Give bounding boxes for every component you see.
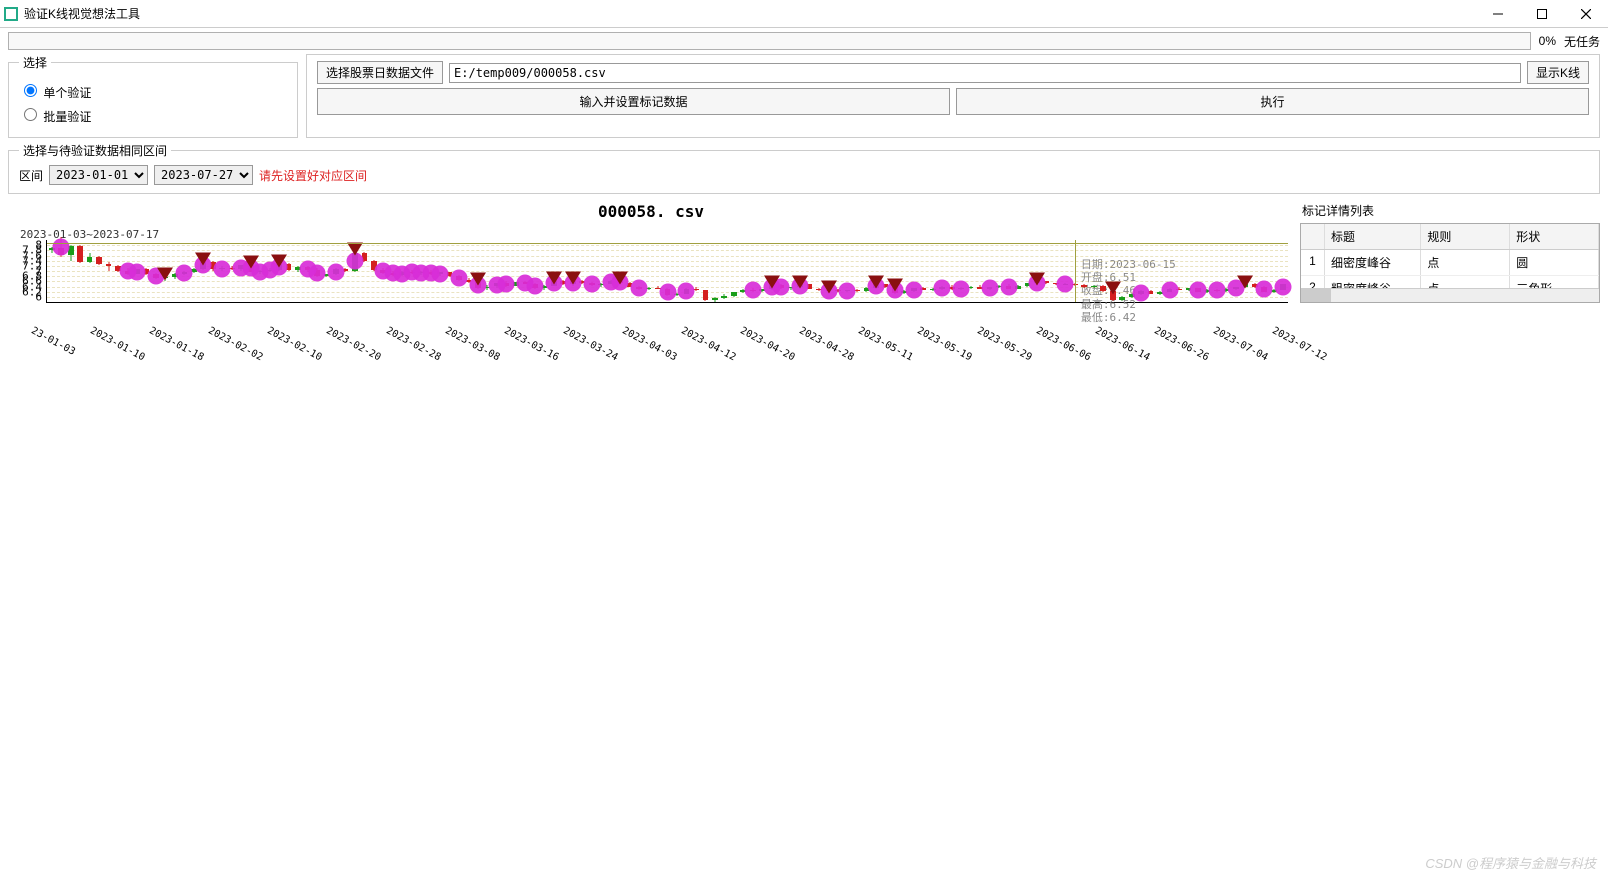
marker-triangle <box>157 268 173 281</box>
radio-batch[interactable] <box>24 108 37 121</box>
marker-triangle <box>1029 272 1045 285</box>
progress-row: 0% 无任务 <box>0 28 1608 54</box>
marker-circle <box>1161 281 1178 298</box>
chart-title: 000058. csv <box>8 198 1294 225</box>
marker-circle <box>1133 284 1150 301</box>
file-path-input[interactable] <box>449 63 1521 83</box>
window-titlebar: 验证K线视觉想法工具 <box>0 0 1608 28</box>
chart-crosshair-vertical <box>1075 240 1076 302</box>
marker-grid-row[interactable]: 1细密度峰谷点圆 <box>1301 250 1599 276</box>
marker-circle <box>53 239 70 256</box>
marker-circle <box>744 281 761 298</box>
marker-circle <box>176 264 193 281</box>
marker-triangle <box>868 275 884 288</box>
marker-triangle <box>195 252 211 265</box>
marker-triangle <box>792 275 808 288</box>
marker-triangle <box>1237 275 1253 288</box>
range-label: 区间 <box>19 167 43 184</box>
window-maximize-button[interactable] <box>1520 0 1564 28</box>
marker-triangle <box>243 255 259 268</box>
app-icon <box>4 7 18 21</box>
watermark: CSDN @程序猿与金融与科技 <box>1425 853 1596 872</box>
marker-circle <box>1000 278 1017 295</box>
chart-crosshair-horizontal <box>47 243 1288 244</box>
marker-triangle <box>764 276 780 289</box>
chart-y-axis: 66.26.46.66.877.27.47.67.88 <box>8 240 46 303</box>
marker-circle <box>1208 282 1225 299</box>
marker-list-title: 标记详情列表 <box>1300 198 1600 223</box>
radio-single-text: 单个验证 <box>43 86 91 100</box>
marker-grid-header: 标题 规则 形状 <box>1301 224 1599 250</box>
radio-batch-label[interactable]: 批量验证 <box>19 105 287 125</box>
marker-circle <box>214 260 231 277</box>
marker-triangle <box>347 242 363 255</box>
marker-grid-horiz-scrollbar[interactable] <box>1301 288 1599 302</box>
marker-circle <box>327 263 344 280</box>
marker-circle <box>905 281 922 298</box>
marker-circle <box>1275 279 1292 296</box>
marker-circle <box>934 279 951 296</box>
radio-single-label[interactable]: 单个验证 <box>19 81 287 101</box>
marker-circle <box>631 279 648 296</box>
scrollbar-thumb[interactable] <box>1301 289 1331 302</box>
window-title: 验证K线视觉想法工具 <box>24 5 140 22</box>
radio-batch-text: 批量验证 <box>43 110 91 124</box>
marker-circle <box>659 283 676 300</box>
select-mode-legend: 选择 <box>19 54 51 71</box>
range-group: 选择与待验证数据相同区间 区间 2023-01-01 2023-07-27 请先… <box>8 142 1600 194</box>
marker-grid[interactable]: 标题 规则 形状 1细密度峰谷点圆2粗密度峰谷点三角形 <box>1300 223 1600 303</box>
marker-circle <box>128 263 145 280</box>
marker-triangle <box>612 272 628 285</box>
marker-circle <box>583 275 600 292</box>
marker-triangle <box>1105 282 1121 295</box>
range-from-select[interactable]: 2023-01-01 <box>49 165 148 185</box>
marker-circle <box>451 269 468 286</box>
marker-header-title: 标题 <box>1325 224 1421 249</box>
marker-circle <box>1256 281 1273 298</box>
range-legend: 选择与待验证数据相同区间 <box>19 142 171 159</box>
marker-circle <box>678 283 695 300</box>
range-to-select[interactable]: 2023-07-27 <box>154 165 253 185</box>
file-and-actions-group: 选择股票日数据文件 显示K线 输入并设置标记数据 执行 <box>306 54 1600 138</box>
marker-triangle <box>271 254 287 267</box>
chart-plot-area[interactable]: 日期:2023-06-15开盘:6.51收盘:6.46最高:6.52最低:6.4… <box>46 240 1288 303</box>
execute-button[interactable]: 执行 <box>956 88 1589 115</box>
radio-single[interactable] <box>24 84 37 97</box>
marker-triangle <box>821 281 837 294</box>
progress-task-label: 无任务 <box>1564 33 1600 50</box>
marker-header-shape: 形状 <box>1510 224 1599 249</box>
marker-triangle <box>470 273 486 286</box>
marker-circle <box>981 280 998 297</box>
choose-stock-file-button[interactable]: 选择股票日数据文件 <box>317 61 443 84</box>
input-set-marker-button[interactable]: 输入并设置标记数据 <box>317 88 950 115</box>
marker-circle <box>432 265 449 282</box>
select-mode-group: 选择 单个验证 批量验证 <box>8 54 298 138</box>
marker-triangle <box>546 272 562 285</box>
marker-circle <box>308 264 325 281</box>
marker-header-rule: 规则 <box>1421 224 1510 249</box>
progress-percent: 0% <box>1539 34 1556 48</box>
chart-panel[interactable]: 000058. csv 2023-01-03~2023-07-17 66.26.… <box>8 198 1294 303</box>
show-kline-button[interactable]: 显示K线 <box>1527 61 1589 84</box>
marker-circle <box>1057 276 1074 293</box>
marker-circle <box>526 277 543 294</box>
window-minimize-button[interactable] <box>1476 0 1520 28</box>
marker-circle <box>839 282 856 299</box>
marker-circle <box>498 276 515 293</box>
marker-circle <box>1190 281 1207 298</box>
progress-bar <box>8 32 1531 50</box>
window-close-button[interactable] <box>1564 0 1608 28</box>
range-warning: 请先设置好对应区间 <box>259 167 367 184</box>
marker-triangle <box>887 278 903 291</box>
marker-circle <box>953 280 970 297</box>
marker-triangle <box>565 272 581 285</box>
